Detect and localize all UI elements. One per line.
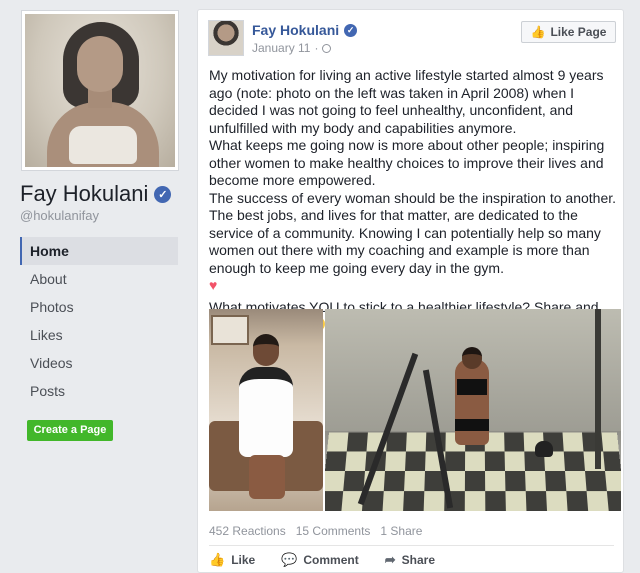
thumbs-up-icon: 👍 <box>209 552 226 567</box>
post-actions: 👍 Like 💬 Comment ➦ Share <box>209 552 461 568</box>
like-label: Like <box>231 553 256 567</box>
nav-item-likes[interactable]: Likes <box>20 321 178 349</box>
comment-icon: 💬 <box>281 552 298 567</box>
verified-badge-icon: ✓ <box>344 23 358 37</box>
post-body: My motivation for living an active lifes… <box>209 67 622 334</box>
nav-item-videos[interactable]: Videos <box>20 349 178 377</box>
post-paragraph: My motivation for living an active lifes… <box>209 67 604 136</box>
nav-item-posts[interactable]: Posts <box>20 377 178 405</box>
thumbs-up-icon: 👍 <box>530 25 546 39</box>
post-author: Fay Hokulani ✓ <box>252 22 358 38</box>
comment-label: Comment <box>303 553 359 567</box>
heart-emoji-icon: ♥ <box>209 277 218 293</box>
date-separator: · <box>314 41 319 55</box>
nav-item-home[interactable]: Home <box>20 237 178 265</box>
comment-button[interactable]: 💬 Comment <box>281 552 359 568</box>
like-page-button[interactable]: 👍 Like Page <box>521 21 616 43</box>
share-arrow-icon: ➦ <box>384 552 396 567</box>
post-photo-before[interactable] <box>209 309 323 511</box>
post-card: Fay Hokulani ✓ January 11 · 👍 Like Page … <box>197 9 624 573</box>
like-button[interactable]: 👍 Like <box>209 552 255 568</box>
profile-picture[interactable] <box>21 10 179 171</box>
nav-item-photos[interactable]: Photos <box>20 293 178 321</box>
page-navigation: Home About Photos Likes Videos Posts <box>20 237 178 405</box>
page-name-heading: Fay Hokulani ✓ <box>20 181 172 207</box>
globe-icon <box>322 43 332 53</box>
page-handle[interactable]: @hokulanifay <box>20 208 99 223</box>
create-page-button[interactable]: Create a Page <box>27 420 113 441</box>
verified-badge-icon: ✓ <box>154 185 172 203</box>
shares-count[interactable]: 1 Share <box>380 524 422 538</box>
post-meta: January 11 · <box>252 41 332 55</box>
post-author-name[interactable]: Fay Hokulani <box>252 22 339 38</box>
share-label: Share <box>401 553 435 567</box>
profile-photo-image <box>25 14 175 167</box>
divider <box>209 545 614 546</box>
post-stats: 452 Reactions 15 Comments 1 Share <box>209 524 422 538</box>
nav-item-about[interactable]: About <box>20 265 178 293</box>
page-name: Fay Hokulani <box>20 181 149 206</box>
like-page-label: Like Page <box>550 25 607 39</box>
reactions-count[interactable]: 452 Reactions <box>209 524 286 538</box>
post-paragraph: The success of every woman should be the… <box>209 189 617 276</box>
post-paragraph: What keeps me going now is more about ot… <box>209 137 605 188</box>
comments-count[interactable]: 15 Comments <box>296 524 371 538</box>
post-author-avatar[interactable] <box>208 20 244 56</box>
post-date[interactable]: January 11 <box>252 41 310 55</box>
share-button[interactable]: ➦ Share <box>385 552 435 568</box>
post-photo-gym[interactable] <box>325 309 621 511</box>
